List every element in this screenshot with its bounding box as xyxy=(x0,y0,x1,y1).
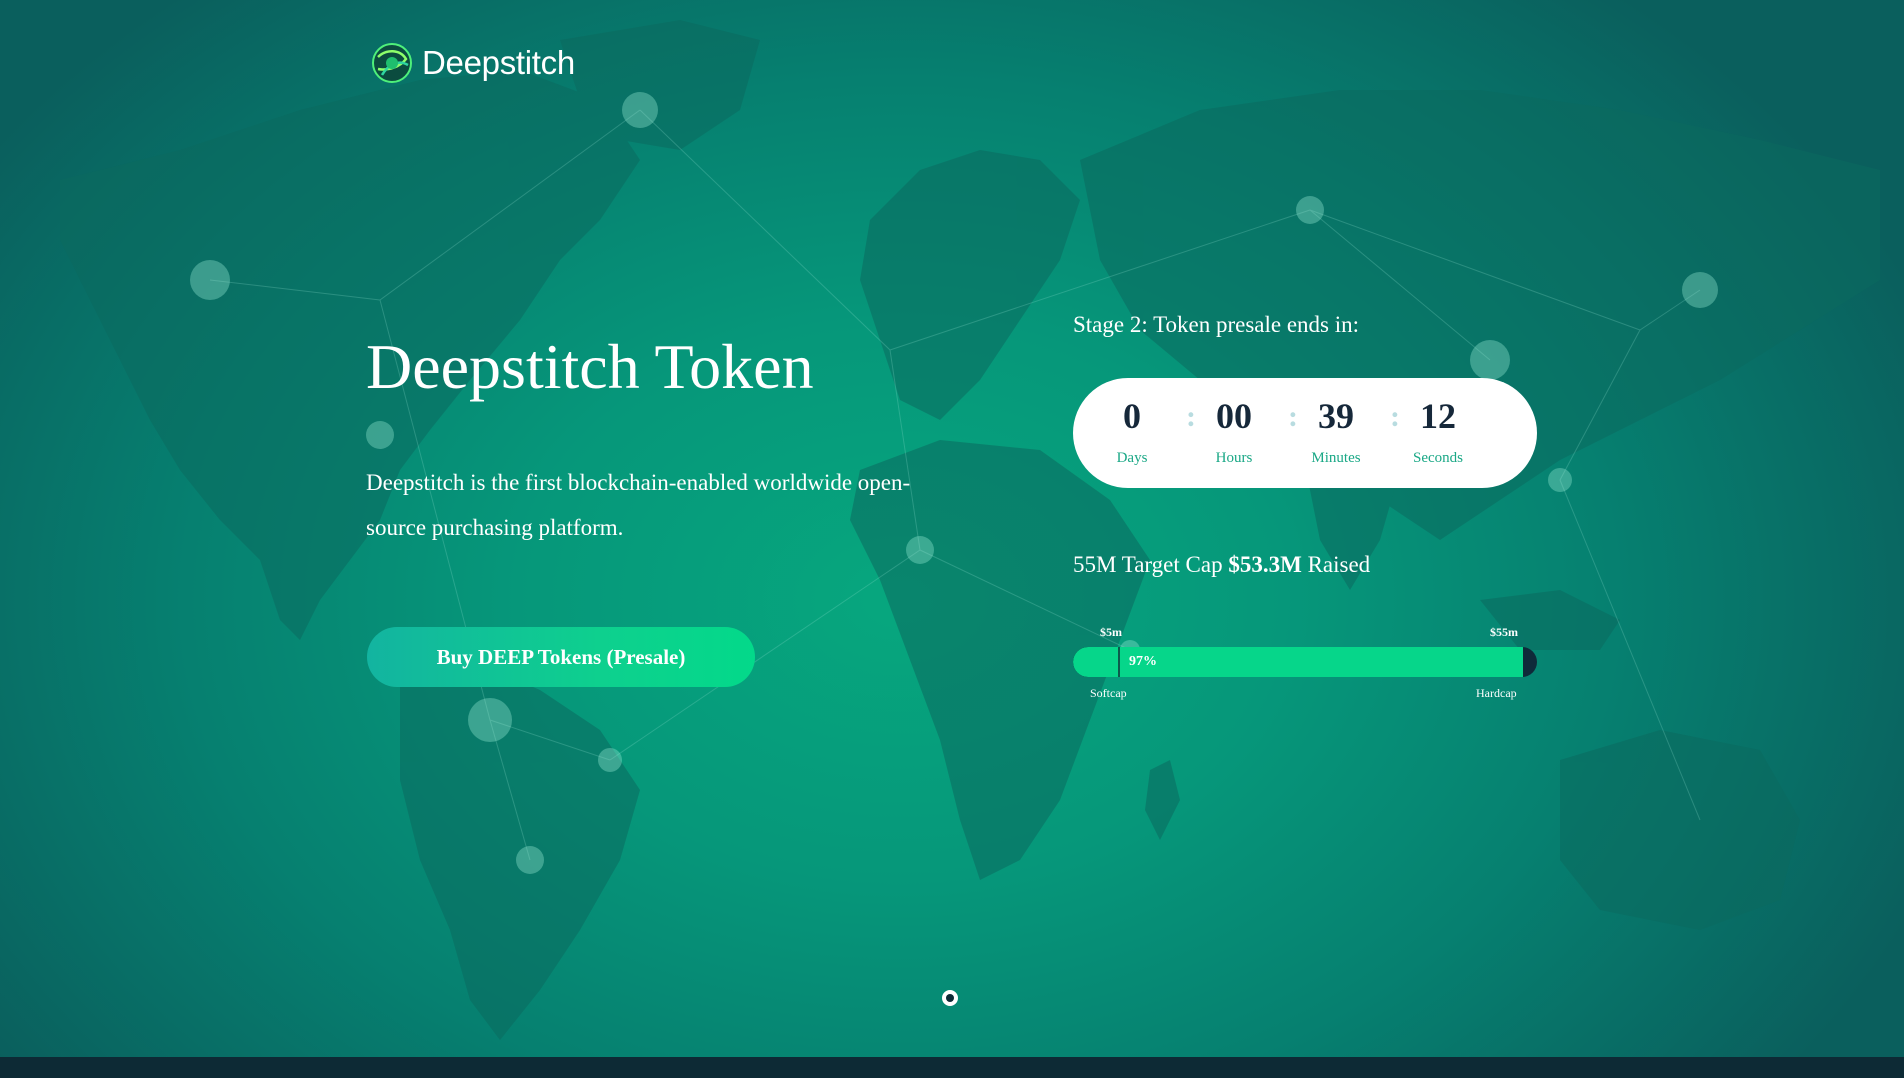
brand-name: Deepstitch xyxy=(422,44,575,81)
progress-percent-label: 97% xyxy=(1129,654,1157,669)
countdown-days: 0 Days xyxy=(1082,394,1182,467)
countdown-days-value: 0 xyxy=(1123,396,1141,436)
carousel-indicator-dot[interactable] xyxy=(942,990,958,1006)
countdown-seconds: 12 Seconds xyxy=(1388,394,1488,467)
countdown-days-label: Days xyxy=(1116,450,1148,466)
target-cap-label: 55M Target Cap $53.3M Raised xyxy=(1073,552,1370,578)
countdown-minutes-value: 39 xyxy=(1318,396,1354,436)
footer-strip xyxy=(0,1057,1904,1078)
buy-tokens-button[interactable]: Buy DEEP Tokens (Presale) xyxy=(367,627,755,687)
countdown-hours-label: Hours xyxy=(1215,450,1253,466)
countdown-minutes-label: Minutes xyxy=(1311,450,1361,466)
countdown-seconds-value: 12 xyxy=(1420,396,1456,436)
cap-raised-amount: $53.3M xyxy=(1228,552,1302,577)
hero-description: Deepstitch is the first blockchain-enabl… xyxy=(366,470,911,540)
brand-logo[interactable]: Deepstitch xyxy=(370,40,575,86)
cap-prefix: 55M Target Cap xyxy=(1073,552,1223,577)
world-map-background xyxy=(60,20,1880,1040)
countdown-hours-value: 00 xyxy=(1216,396,1252,436)
softcap-label: Softcap xyxy=(1090,686,1127,700)
hero-title: Deepstitch Token xyxy=(366,331,814,402)
cap-suffix: Raised xyxy=(1307,552,1371,577)
hero-section xyxy=(0,0,1904,1057)
countdown-seconds-label: Seconds xyxy=(1413,450,1463,466)
countdown-timer: 0 Days : 00 Hours : 39 Minutes : 12 Seco… xyxy=(1073,378,1537,488)
softcap-marker xyxy=(1118,647,1120,677)
globe-orb-icon xyxy=(372,43,412,83)
countdown-hours: 00 Hours xyxy=(1184,394,1284,467)
countdown-minutes: 39 Minutes xyxy=(1286,394,1386,467)
presale-stage-label: Stage 2: Token presale ends in: xyxy=(1073,312,1360,337)
softcap-value: $5m xyxy=(1100,625,1122,639)
hardcap-value: $55m xyxy=(1490,625,1518,639)
hardcap-label: Hardcap xyxy=(1476,686,1517,700)
